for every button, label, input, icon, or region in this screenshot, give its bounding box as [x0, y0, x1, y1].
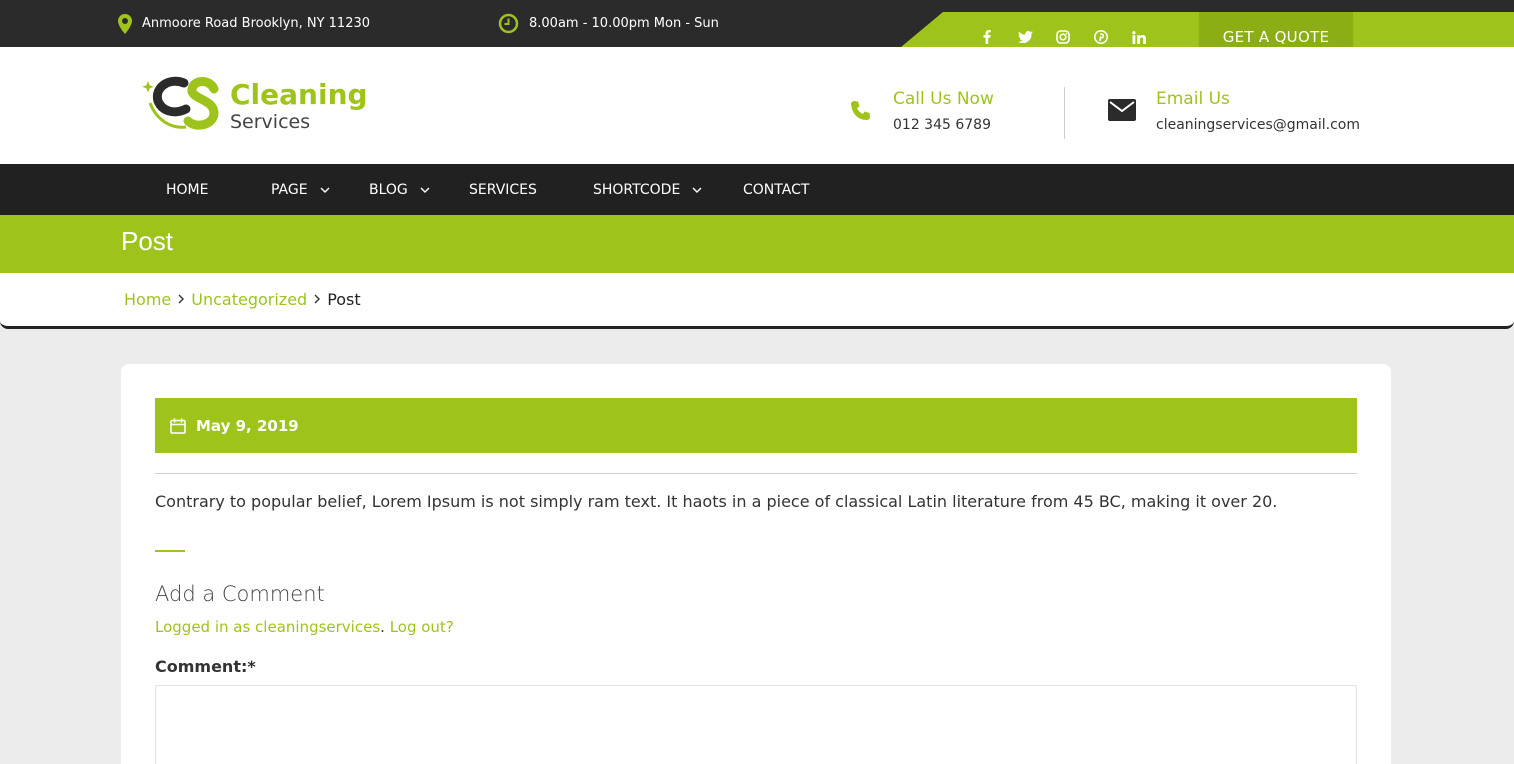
breadcrumb-uncategorized[interactable]: Uncategorized: [191, 290, 307, 309]
call-us-block: Call Us Now 012 345 6789: [849, 89, 994, 133]
clock-icon: [498, 13, 519, 34]
nav-item-contact[interactable]: CONTACT: [743, 164, 809, 215]
nav-item-services[interactable]: SERVICES: [469, 164, 537, 215]
comment-textarea[interactable]: [155, 685, 1357, 764]
nav-item-shortcode[interactable]: SHORTCODE: [593, 164, 702, 215]
nav-item-home[interactable]: HOME: [166, 164, 208, 215]
divider: [155, 473, 1357, 474]
nav-label: SHORTCODE: [593, 181, 681, 198]
nav-label: PAGE: [271, 181, 308, 198]
chevron-down-icon: [692, 187, 702, 193]
log-out-link[interactable]: Log out?: [390, 618, 454, 636]
email-address[interactable]: cleaningservices@gmail.com: [1156, 117, 1360, 133]
logo-mark-icon: [140, 75, 222, 137]
phone-number[interactable]: 012 345 6789: [893, 117, 994, 133]
email-us-label: Email Us: [1156, 89, 1230, 109]
page-title-band: Post: [0, 215, 1514, 273]
email-us-block: Email Us cleaningservices@gmail.com: [1108, 89, 1360, 133]
site-header: Cleaning Services Call Us Now 012 345 67…: [0, 47, 1514, 164]
hours-info: 8.00am - 10.00pm Mon - Sun: [498, 0, 719, 47]
map-pin-icon: [118, 13, 132, 34]
chevron-right-icon: [314, 292, 321, 308]
breadcrumb-home[interactable]: Home: [124, 290, 171, 309]
nav-label: BLOG: [369, 181, 408, 198]
accent-divider: [155, 550, 185, 552]
address-info: Anmoore Road Brooklyn, NY 11230: [118, 0, 370, 47]
logged-in-link[interactable]: Logged in as cleaningservices: [155, 618, 380, 636]
page-title: Post: [121, 226, 174, 256]
chevron-down-icon: [420, 187, 430, 193]
post-body: Contrary to popular belief, Lorem Ipsum …: [155, 492, 1278, 511]
chevron-down-icon: [320, 187, 330, 193]
comment-heading: Add a Comment: [155, 582, 325, 606]
call-us-label: Call Us Now: [893, 89, 994, 109]
nav-item-blog[interactable]: BLOG: [369, 164, 430, 215]
address-text: Anmoore Road Brooklyn, NY 11230: [142, 16, 371, 31]
main-nav: HOME PAGE BLOG SERVICES SHORTCODE CONTAC…: [0, 164, 1514, 215]
nav-label: SERVICES: [469, 181, 537, 198]
hours-text: 8.00am - 10.00pm Mon - Sun: [529, 16, 719, 31]
envelope-icon: [1108, 99, 1136, 133]
logo-subtitle: Services: [230, 110, 311, 133]
chevron-right-icon: [178, 292, 185, 308]
post-date: May 9, 2019: [196, 416, 299, 435]
nav-label: CONTACT: [743, 181, 810, 198]
post-date-bar: May 9, 2019: [155, 398, 1357, 453]
logged-in-note: Logged in as cleaningservices. Log out?: [155, 618, 454, 636]
site-logo[interactable]: Cleaning Services: [140, 75, 368, 137]
breadcrumb-bar: Home Uncategorized Post: [0, 273, 1514, 329]
phone-icon: [849, 99, 873, 133]
calendar-icon: [170, 418, 186, 434]
nav-label: HOME: [166, 181, 209, 198]
logo-title: Cleaning: [230, 77, 368, 111]
breadcrumb-current: Post: [327, 290, 361, 309]
nav-item-page[interactable]: PAGE: [271, 164, 330, 215]
breadcrumb: Home Uncategorized Post: [124, 290, 361, 309]
comment-label: Comment:*: [155, 657, 256, 676]
header-divider: [1064, 87, 1065, 139]
post-card: May 9, 2019 Contrary to popular belief, …: [121, 364, 1391, 764]
